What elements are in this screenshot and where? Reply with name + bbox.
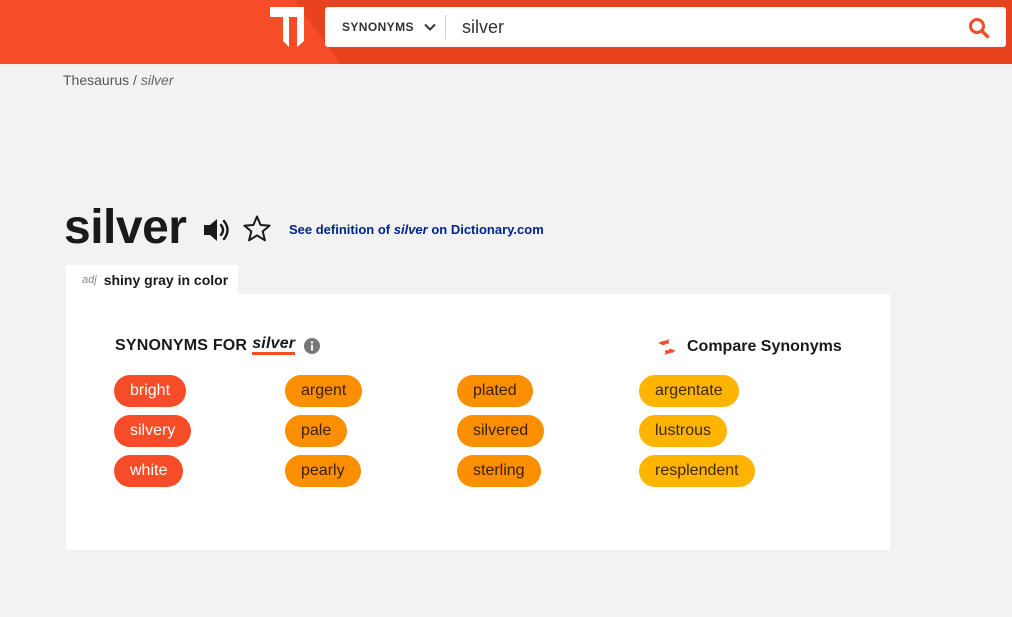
thesaurus-t-logo-icon[interactable] [270,7,310,47]
synonym-pill[interactable]: resplendent [639,455,755,487]
synonym-pill[interactable]: bright [114,375,187,407]
search-input[interactable] [446,8,936,46]
page-title: silver [64,201,187,254]
search-bar: SYNONYMS [325,7,1006,47]
star-icon[interactable] [242,214,272,244]
synonym-pill[interactable]: argentate [639,375,739,407]
synonym-pill[interactable]: plated [457,375,533,407]
compare-synonyms-button[interactable]: Compare Synonyms [656,338,842,356]
synonyms-card: SYNONYMS FOR silver Compare Synonyms bri… [66,294,890,550]
def-link-prefix: See definition of [289,222,394,237]
synonym-pill[interactable]: silvery [114,415,192,447]
synonym-column-strong-2: plated silvered sterling [457,375,545,495]
synonyms-heading-prefix: SYNONYMS FOR [115,336,248,354]
compare-arrows-icon [658,339,676,355]
synonym-pill[interactable]: pearly [285,455,361,487]
tab-sense-adj[interactable]: adj shiny gray in color [66,265,238,295]
search-mode-select[interactable]: SYNONYMS [325,7,445,47]
dictionary-definition-link[interactable]: See definition of silver on Dictionary.c… [289,222,544,237]
synonyms-heading: SYNONYMS FOR silver [115,336,321,355]
synonym-pill[interactable]: argent [285,375,363,407]
breadcrumb: Thesaurus / silver [63,72,174,88]
synonym-column-strongest: bright silvery white [114,375,192,495]
synonym-column-strong: argent pale pearly [285,375,363,495]
top-header: SYNONYMS [0,0,1012,64]
breadcrumb-root-link[interactable]: Thesaurus [63,72,129,88]
synonym-pill[interactable]: white [114,455,184,487]
search-mode-label: SYNONYMS [342,20,414,34]
breadcrumb-separator: / [129,72,141,88]
def-link-word: silver [393,222,428,237]
breadcrumb-current: silver [140,72,174,88]
synonym-pill[interactable]: pale [285,415,348,447]
chevron-down-icon [424,23,436,31]
search-icon[interactable] [968,17,990,39]
speaker-icon[interactable] [202,216,230,244]
part-of-speech: adj [82,274,97,286]
info-icon[interactable] [304,337,321,354]
synonym-pill[interactable]: sterling [457,455,541,487]
def-link-suffix: on Dictionary.com [427,222,544,237]
synonyms-heading-word: silver [252,336,296,355]
synonym-column-weak: argentate lustrous resplendent [639,375,755,495]
compare-synonyms-label: Compare Synonyms [687,338,842,355]
sense-definition: shiny gray in color [103,272,229,288]
synonym-pill[interactable]: silvered [457,415,545,447]
synonym-pill[interactable]: lustrous [639,415,728,447]
